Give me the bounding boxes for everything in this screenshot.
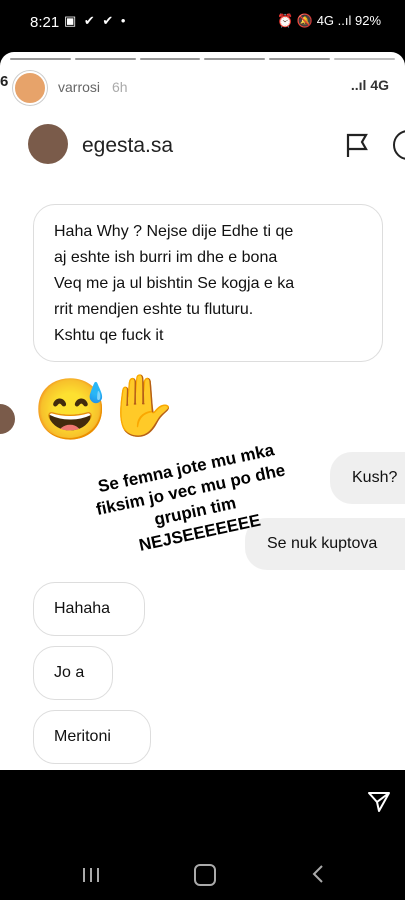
sweat-smile-emoji: 😅 xyxy=(33,376,108,443)
story-username[interactable]: varrosi xyxy=(58,79,100,95)
story-time: 6h xyxy=(112,79,128,95)
status-system-icons: ⏰ 🔕 4G ..ıl 92% xyxy=(277,13,381,28)
status-time: 8:21 xyxy=(30,14,60,31)
message-text: Haha Why ? Nejse dije Edhe ti qe aj esht… xyxy=(54,223,295,344)
message-text: Se nuk kuptova xyxy=(267,535,378,552)
message-text: Kush? xyxy=(352,469,398,486)
recent-apps-icon[interactable] xyxy=(82,866,100,884)
status-bar: 8:21 ▣ ✔ ✔ • ⏰ 🔕 4G ..ıl 92% xyxy=(0,0,405,44)
story-avatar[interactable] xyxy=(13,71,47,105)
flag-icon[interactable] xyxy=(345,132,369,158)
screenshot-signal-icons: ..ıl 4G xyxy=(350,77,389,93)
message-bubble-incoming: Jo a xyxy=(33,646,113,700)
story-count: 6 xyxy=(0,73,9,90)
story-header: 6 varrosi 6h ..ıl 4G xyxy=(0,64,405,108)
info-icon[interactable] xyxy=(393,130,405,160)
chat-header: egesta.sa xyxy=(0,112,405,172)
message-text: Hahaha xyxy=(54,600,111,617)
back-icon[interactable] xyxy=(310,864,326,884)
message-bubble-incoming: Haha Why ? Nejse dije Edhe ti qe aj esht… xyxy=(33,204,383,362)
message-text: Jo a xyxy=(54,664,85,681)
story-footer xyxy=(0,770,405,900)
message-bubble-outgoing: Kush? xyxy=(330,452,405,504)
message-bubble-incoming: Meritoni xyxy=(33,710,151,764)
story-frame[interactable]: 6 varrosi 6h ..ıl 4G egesta.sa Haha Why … xyxy=(0,52,405,770)
message-text: Meritoni xyxy=(54,728,111,745)
story-progress-bar xyxy=(10,58,395,60)
raised-hand-emoji: ✋ xyxy=(104,372,179,439)
home-icon[interactable] xyxy=(194,864,216,886)
status-notification-icons: ▣ ✔ ✔ • xyxy=(64,13,128,28)
chat-avatar[interactable] xyxy=(28,124,68,164)
sender-avatar xyxy=(0,404,15,434)
send-icon[interactable] xyxy=(367,790,391,814)
message-bubble-incoming: Hahaha xyxy=(33,582,145,636)
chat-contact-name[interactable]: egesta.sa xyxy=(82,134,173,158)
